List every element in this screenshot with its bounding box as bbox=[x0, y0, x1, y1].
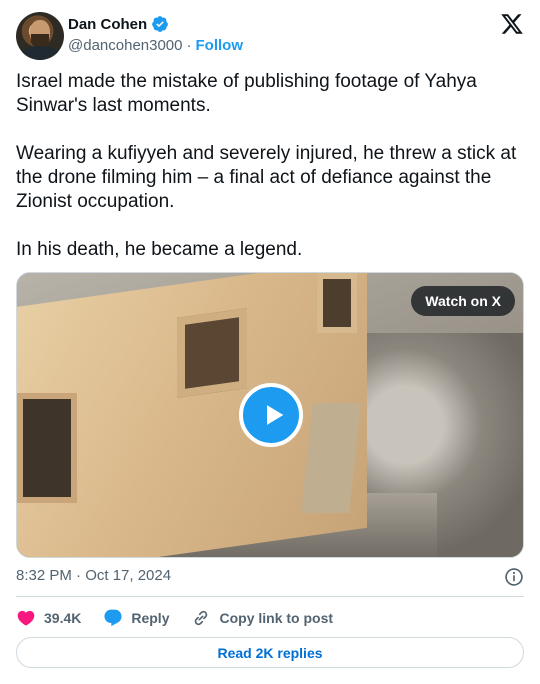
reply-button[interactable]: Reply bbox=[103, 608, 169, 628]
like-count: 39.4K bbox=[44, 610, 82, 626]
author-display-name[interactable]: Dan Cohen bbox=[68, 16, 147, 33]
author-handle-row: @dancohen3000 · Follow bbox=[68, 36, 243, 54]
verified-badge-icon bbox=[151, 15, 169, 33]
reply-icon bbox=[104, 609, 122, 627]
divider bbox=[16, 596, 524, 597]
separator-dot: · bbox=[186, 36, 192, 54]
tweet-paragraph: Israel made the mistake of publishing fo… bbox=[16, 71, 477, 116]
x-logo-icon[interactable] bbox=[500, 12, 524, 36]
copy-link-label: Copy link to post bbox=[219, 610, 334, 626]
copy-link-button[interactable]: Copy link to post bbox=[191, 608, 333, 628]
watch-on-x-button[interactable]: Watch on X bbox=[411, 286, 515, 316]
tweet-timestamp[interactable]: 8:32 PM · Oct 17, 2024 bbox=[16, 567, 171, 587]
follow-button[interactable]: Follow bbox=[196, 37, 244, 54]
video-player[interactable]: Watch on X bbox=[16, 272, 524, 558]
heart-icon bbox=[17, 610, 35, 626]
read-replies-button[interactable]: Read 2K replies bbox=[16, 637, 524, 668]
tweet-text: Israel made the mistake of publishing fo… bbox=[16, 70, 524, 286]
avatar[interactable] bbox=[16, 12, 64, 60]
tweet-paragraph: Wearing a kufiyyeh and severely injured,… bbox=[16, 143, 517, 212]
link-icon bbox=[195, 610, 208, 626]
action-bar: 39.4K Reply Copy link to post bbox=[16, 606, 355, 630]
play-icon bbox=[267, 405, 284, 425]
author-name-row: Dan Cohen bbox=[68, 14, 169, 34]
tweet-paragraph: In his death, he became a legend. bbox=[16, 239, 303, 260]
play-button[interactable] bbox=[239, 383, 303, 447]
author-handle[interactable]: @dancohen3000 bbox=[68, 37, 183, 54]
info-icon[interactable] bbox=[504, 567, 524, 587]
tweet-embed-card: Dan Cohen @dancohen3000 · Follow Israel … bbox=[0, 0, 540, 684]
like-button[interactable]: 39.4K bbox=[16, 608, 81, 628]
reply-label: Reply bbox=[131, 610, 170, 626]
